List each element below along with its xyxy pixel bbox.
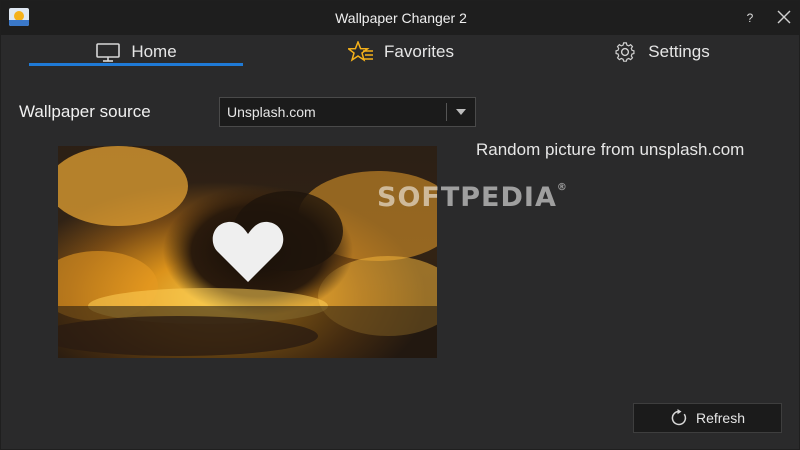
window-title: Wallpaper Changer 2 (335, 10, 467, 26)
refresh-icon (671, 409, 687, 426)
close-button[interactable] (773, 6, 795, 28)
tab-settings[interactable]: Settings (591, 35, 731, 69)
close-icon (777, 10, 791, 24)
refresh-button-label: Refresh (695, 410, 746, 426)
tab-home-label: Home (131, 42, 177, 61)
title-bar[interactable]: Wallpaper Changer 2 ? (1, 1, 800, 35)
tab-bar: Home Favorites Settings (1, 35, 800, 69)
softpedia-watermark: SOFTPEDIA® (377, 182, 568, 213)
app-window: Wallpaper Changer 2 ? Home Favorites Set… (0, 0, 800, 450)
wallpaper-source-label: Wallpaper source (19, 102, 151, 121)
gear-icon (615, 42, 635, 62)
tab-favorites[interactable]: Favorites (321, 35, 481, 69)
monitor-icon (96, 43, 121, 62)
favorite-heart-icon[interactable] (211, 218, 285, 284)
dropdown-divider (446, 103, 447, 121)
refresh-button[interactable]: Refresh (633, 403, 782, 433)
active-tab-indicator (29, 63, 243, 66)
tab-settings-label: Settings (648, 42, 710, 61)
tab-favorites-label: Favorites (384, 42, 454, 61)
wallpaper-source-value: Unsplash.com (227, 104, 316, 120)
star-list-icon (348, 41, 374, 62)
wallpaper-source-dropdown[interactable]: Unsplash.com (219, 97, 476, 127)
chevron-down-icon (456, 109, 466, 115)
source-description: Random picture from unsplash.com (476, 140, 745, 159)
help-button[interactable]: ? (739, 8, 761, 28)
